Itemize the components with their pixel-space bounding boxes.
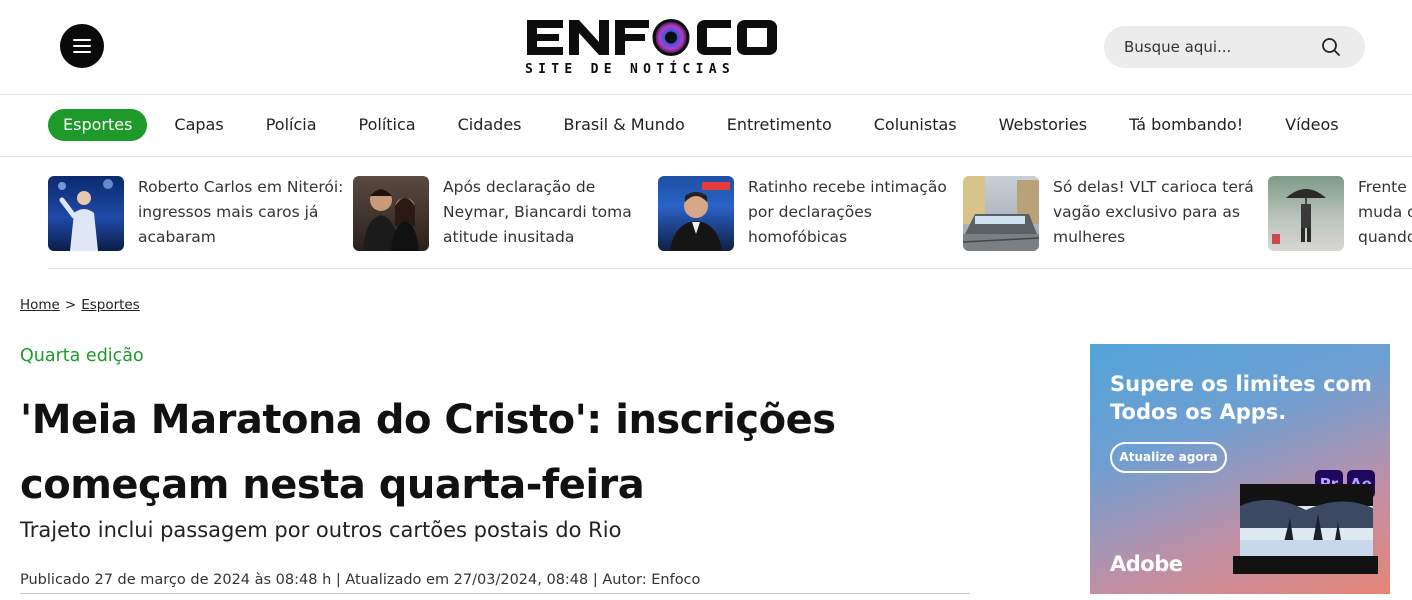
hamburger-menu-icon[interactable] bbox=[60, 24, 104, 68]
search-box[interactable] bbox=[1104, 26, 1365, 68]
tv-host-photo[interactable] bbox=[658, 176, 734, 251]
rain-umbrella-photo[interactable] bbox=[1268, 176, 1344, 251]
trending-title[interactable]: Só delas! VLT carioca terá vagão exclusi… bbox=[1053, 175, 1275, 250]
nav-item-cidades[interactable]: Cidades bbox=[458, 109, 522, 141]
nav-item-esportes[interactable]: Esportes bbox=[48, 109, 148, 141]
nav-item-entretenimento[interactable]: Entretimento bbox=[727, 109, 832, 141]
trending-news-strip: Roberto Carlos em Niterói: ingressos mai… bbox=[48, 157, 1412, 269]
nav-item-colunistas[interactable]: Colunistas bbox=[874, 109, 957, 141]
search-icon[interactable] bbox=[1321, 37, 1341, 57]
ad-product-image bbox=[1240, 484, 1373, 558]
breadcrumb: Home > Esportes bbox=[20, 297, 140, 313]
category-nav: Esportes Capas Polícia Política Cidades … bbox=[0, 95, 1412, 157]
article-headline: 'Meia Maratona do Cristo': inscrições co… bbox=[20, 397, 836, 508]
adobe-ad-banner[interactable]: Supere os limites com Todos os Apps. Atu… bbox=[1090, 344, 1390, 594]
nav-item-ta-bombando[interactable]: Tá bombando! bbox=[1129, 109, 1243, 141]
nav-item-brasil-mundo[interactable]: Brasil & Mundo bbox=[564, 109, 685, 141]
trending-title[interactable]: Após declaração de Neymar, Biancardi tom… bbox=[443, 175, 665, 250]
ad-cta-button[interactable]: Atualize agora bbox=[1110, 442, 1227, 473]
logo-tagline: SITE DE NOTÍCIAS bbox=[525, 62, 736, 77]
nav-item-politica[interactable]: Política bbox=[359, 109, 416, 141]
site-logo[interactable]: SITE DE NOTÍCIAS bbox=[523, 14, 785, 80]
article-kicker: Quarta edição bbox=[20, 346, 144, 366]
nav-item-videos[interactable]: Vídeos bbox=[1285, 109, 1339, 141]
breadcrumb-separator: > bbox=[64, 297, 77, 313]
site-header: SITE DE NOTÍCIAS bbox=[0, 0, 1412, 95]
nav-item-capas[interactable]: Capas bbox=[174, 109, 223, 141]
adobe-logo: Adobe bbox=[1110, 552, 1183, 576]
ad-headline: Supere os limites com Todos os Apps. bbox=[1110, 372, 1372, 424]
couple-photo[interactable] bbox=[353, 176, 429, 251]
ad-timeline-bar bbox=[1233, 556, 1378, 574]
trending-title[interactable]: Ratinho recebe intimação por declarações… bbox=[748, 175, 970, 250]
trending-title[interactable]: Roberto Carlos em Niterói: ingressos mai… bbox=[138, 175, 360, 250]
search-input[interactable] bbox=[1124, 26, 1314, 68]
breadcrumb-esportes-link[interactable]: Esportes bbox=[81, 297, 140, 313]
article-subhead: Trajeto inclui passagem por outros cartõ… bbox=[20, 518, 622, 542]
concert-singer-photo[interactable] bbox=[48, 176, 124, 251]
breadcrumb-home-link[interactable]: Home bbox=[20, 297, 60, 313]
nav-item-webstories[interactable]: Webstories bbox=[999, 109, 1087, 141]
tram-photo[interactable] bbox=[963, 176, 1039, 251]
trending-title[interactable]: Frente fria traz chuva e muda o tempo no… bbox=[1358, 175, 1412, 250]
nav-item-policia[interactable]: Polícia bbox=[266, 109, 317, 141]
article-meta: Publicado 27 de março de 2024 às 08:48 h… bbox=[20, 572, 970, 594]
